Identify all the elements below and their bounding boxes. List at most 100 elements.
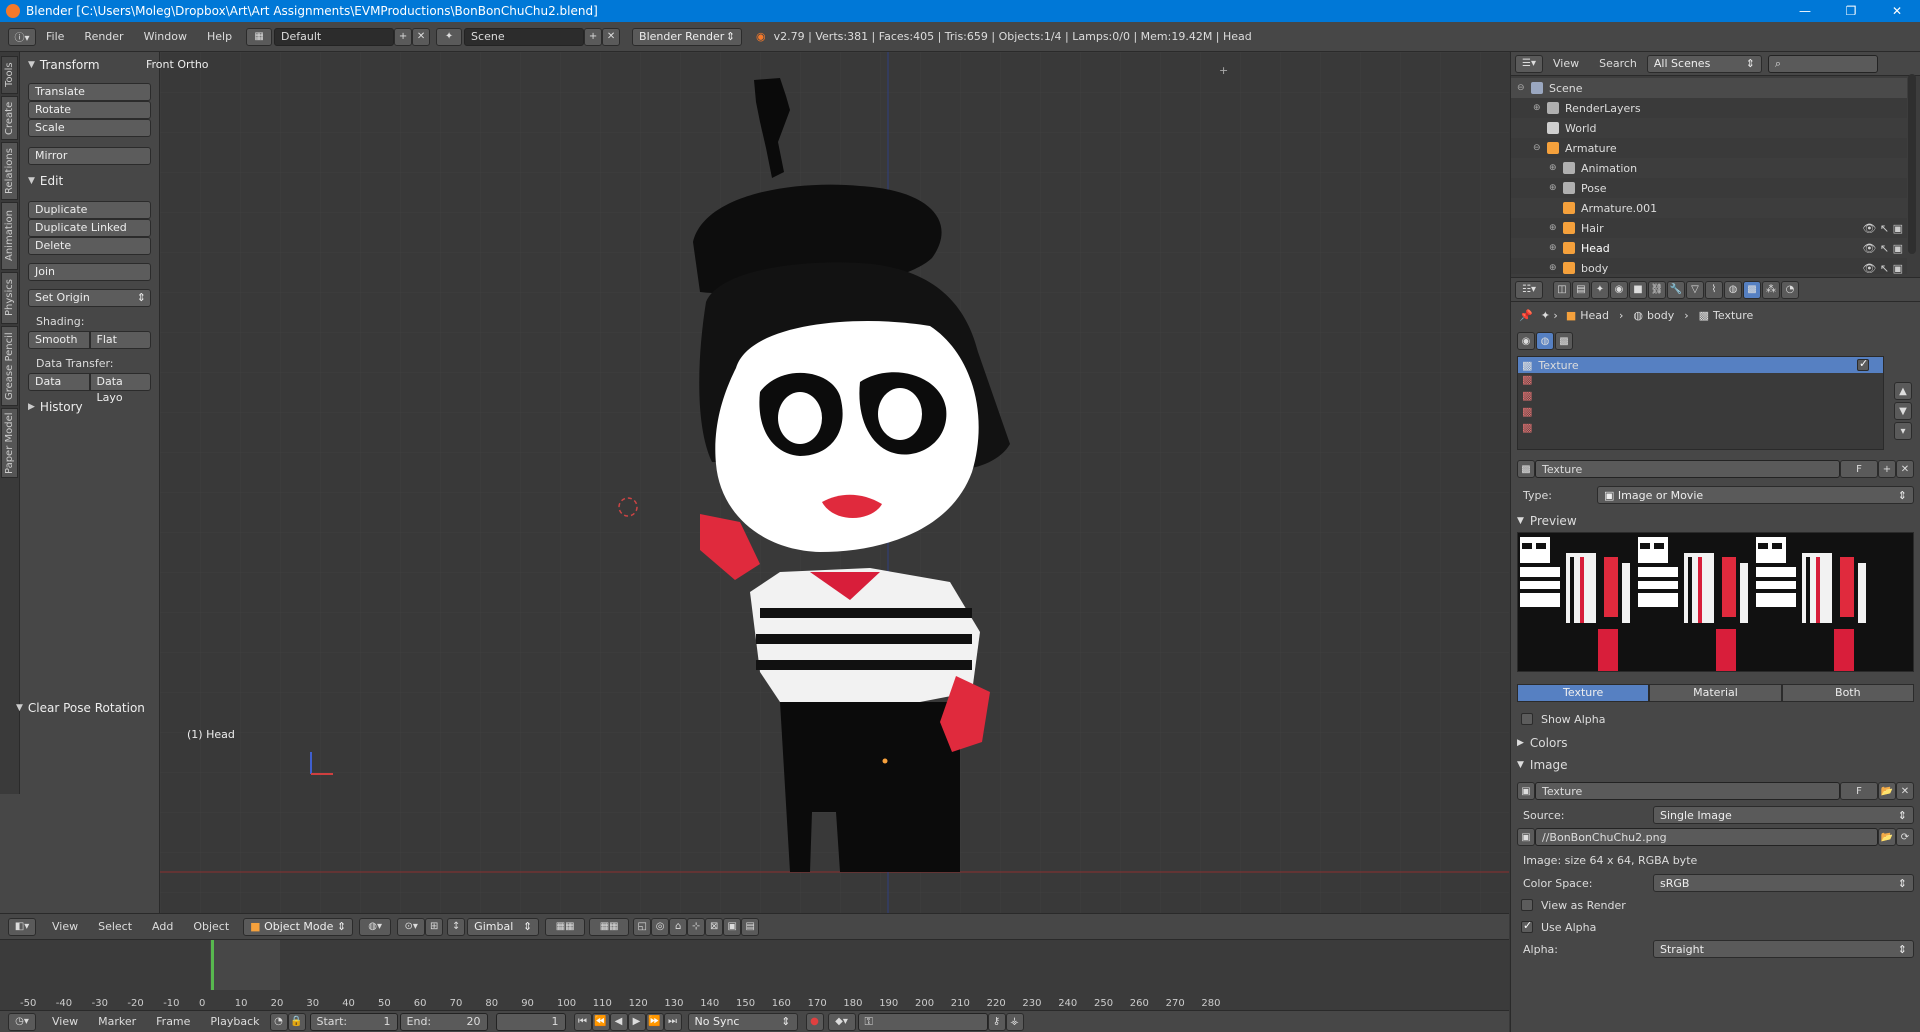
data-context-icon[interactable]: ▽ (1686, 280, 1704, 299)
outliner-row-world[interactable]: World (1511, 118, 1907, 138)
delete-button[interactable]: Delete (28, 237, 151, 255)
timeline-area[interactable]: -50 -40 -30 -20 -10 0 10 20 30 40 50 60 70 80 90 100 110… (0, 939, 1509, 1010)
viewport-shading-icon[interactable]: ◍▾ (359, 917, 392, 936)
scene-context-icon[interactable]: ✦ (1591, 280, 1609, 299)
view-as-render-option[interactable]: View as Render (1521, 896, 1920, 914)
play-icon[interactable]: ▶ (627, 1012, 646, 1031)
world-context-icon[interactable]: ◉ (1610, 280, 1628, 299)
show-alpha-option[interactable]: Show Alpha (1521, 710, 1920, 728)
outliner-scrollbar[interactable] (1908, 74, 1916, 254)
slot-enabled-checkbox[interactable] (1857, 357, 1869, 371)
material-texture-tab-icon[interactable]: ◍ (1536, 332, 1554, 350)
tab-tools[interactable]: Tools (1, 56, 18, 94)
snap-element-icon[interactable]: ⊹ (687, 917, 706, 936)
transform-orientation-dropdown[interactable]: Gimbal ⇕ (467, 917, 540, 936)
jump-end-icon[interactable]: ⏭ (663, 1012, 682, 1031)
menu-frame[interactable]: Frame (146, 1015, 200, 1028)
new-texture-button[interactable]: + (1878, 460, 1896, 478)
edit-panel-header[interactable]: ▼ Edit (20, 171, 159, 191)
current-frame-field[interactable]: 1 (495, 1012, 566, 1031)
image-panel-header[interactable]: ▼ Image (1511, 754, 1920, 776)
tab-animation[interactable]: Animation (1, 202, 18, 270)
empty-slot-2[interactable]: ▩ (1518, 389, 1883, 405)
menu-marker[interactable]: Marker (88, 1015, 146, 1028)
menu-help[interactable]: Help (197, 30, 242, 43)
image-source-dropdown[interactable]: Single Image ⇕ (1653, 806, 1914, 824)
unlink-image-button[interactable]: ✕ (1896, 782, 1914, 800)
preview-texture-button[interactable]: Texture (1517, 684, 1650, 702)
expand-toggle-icon[interactable]: ⊕ (1533, 103, 1547, 113)
mode-dropdown[interactable]: ■ Object Mode ⇕ (243, 917, 354, 936)
show-alpha-checkbox[interactable] (1521, 713, 1533, 725)
set-origin-dropdown[interactable]: Set Origin ⇕ (28, 289, 151, 307)
texture-name-field[interactable]: Texture (1535, 460, 1840, 478)
image-filepath-field[interactable]: //BonBonChuChu2.png (1535, 828, 1878, 846)
preview-both-button[interactable]: Both (1781, 684, 1914, 702)
outliner-row-hair[interactable]: ⊕ Hair 👁 ↖ ▣ (1511, 218, 1907, 238)
preview-material-button[interactable]: Material (1649, 684, 1782, 702)
duplicate-linked-button[interactable]: Duplicate Linked (28, 219, 151, 237)
unlink-texture-button[interactable]: ✕ (1896, 460, 1914, 478)
mirror-button[interactable]: Mirror (28, 147, 151, 165)
menu-add[interactable]: Add (142, 920, 183, 933)
opengl-anim-icon[interactable]: ▤ (741, 917, 760, 936)
outliner-search-menu[interactable]: Search (1589, 57, 1647, 70)
tab-create[interactable]: Create (1, 96, 18, 140)
reload-image-icon[interactable]: ⟳ (1896, 828, 1914, 846)
texture-slot-row[interactable]: ▩ Texture (1518, 357, 1883, 373)
delete-keyframe-icon[interactable]: ⚶ (1005, 1012, 1024, 1031)
manipulator-translate-icon[interactable]: ↕ (447, 917, 466, 936)
visibility-select-render-icons[interactable]: 👁 ↖ ▣ (1862, 242, 1903, 255)
image-name-field[interactable]: Texture (1535, 782, 1840, 800)
snap-target-icon[interactable]: ⊠ (705, 917, 724, 936)
screen-layout-field[interactable]: Default (274, 27, 395, 46)
expand-toggle-icon[interactable]: ⊕ (1549, 263, 1563, 273)
render-layers-context-icon[interactable]: ▤ (1572, 280, 1590, 299)
outliner-search-input[interactable]: ⌕ (1767, 54, 1878, 73)
jump-keyframe-back-icon[interactable]: ⏪ (591, 1012, 610, 1031)
colors-panel-header[interactable]: ▶ Colors (1511, 732, 1920, 754)
render-context-icon[interactable]: ◫ (1553, 280, 1571, 299)
menu-object[interactable]: Object (183, 920, 239, 933)
operator-panel-header[interactable]: ▼ Clear Pose Rotation (8, 698, 158, 718)
object-context-icon[interactable]: ■ (1629, 280, 1647, 299)
close-button[interactable]: ✕ (1874, 0, 1920, 22)
sync-mode-dropdown[interactable]: No Sync ⇕ (687, 1012, 798, 1031)
menu-select[interactable]: Select (88, 920, 142, 933)
add-layout-button[interactable]: + (394, 27, 413, 46)
outliner-row-renderlayers[interactable]: ⊕ RenderLayers (1511, 98, 1907, 118)
menu-render[interactable]: Render (74, 30, 133, 43)
keying-set-icon[interactable]: ◆▾ (827, 1012, 856, 1031)
active-keying-set-field[interactable]: ⚿ (857, 1012, 988, 1031)
flat-button[interactable]: Flat (89, 331, 151, 349)
maximize-button[interactable]: ❐ (1828, 0, 1874, 22)
move-slot-up-icon[interactable]: ▲ (1894, 382, 1912, 400)
outliner-row-pose[interactable]: ⊕ Pose (1511, 178, 1907, 198)
pack-image-icon[interactable]: ▣ (1517, 828, 1535, 846)
outliner-row-animation[interactable]: ⊕ Animation (1511, 158, 1907, 178)
render-engine-dropdown[interactable]: Blender Render ⇕ (632, 27, 743, 46)
insert-keyframe-icon[interactable]: ⚷ (987, 1012, 1006, 1031)
tab-grease-pencil[interactable]: Grease Pencil (1, 326, 18, 406)
pivot-point-icon[interactable]: ⊙▾ (397, 917, 426, 936)
preview-panel-header[interactable]: ▼ Preview (1511, 510, 1920, 532)
proportional-edit-icon[interactable]: ◎ (651, 917, 670, 936)
empty-slot-4[interactable]: ▩ (1518, 421, 1883, 437)
constraints-context-icon[interactable]: ⛓ (1648, 280, 1666, 299)
editor-type-timeline-icon[interactable]: ◷▾ (8, 1012, 36, 1031)
outliner-row-head[interactable]: ⊕ Head 👁 ↖ ▣ (1511, 238, 1907, 258)
remove-layout-button[interactable]: ✕ (412, 27, 431, 46)
tab-paper-model[interactable]: Paper Model (1, 408, 18, 478)
transform-panel-header[interactable]: ▼ Transform (20, 55, 159, 75)
use-alpha-option[interactable]: Use Alpha (1521, 918, 1920, 936)
fake-user-button[interactable]: F (1840, 460, 1878, 478)
lock-layers-icon[interactable]: ◱ (633, 917, 652, 936)
pin-icon[interactable]: 📌 (1519, 309, 1533, 322)
data-button[interactable]: Data (28, 373, 90, 391)
viewport-canvas[interactable] (160, 52, 1509, 913)
history-panel-header[interactable]: ▶ History (20, 397, 159, 417)
lock-range-icon[interactable]: 🔒 (287, 1012, 306, 1031)
join-button[interactable]: Join (28, 263, 151, 281)
scene-icon[interactable]: ✦ (436, 27, 463, 46)
snap-toggle-icon[interactable]: ⌂ (669, 917, 688, 936)
